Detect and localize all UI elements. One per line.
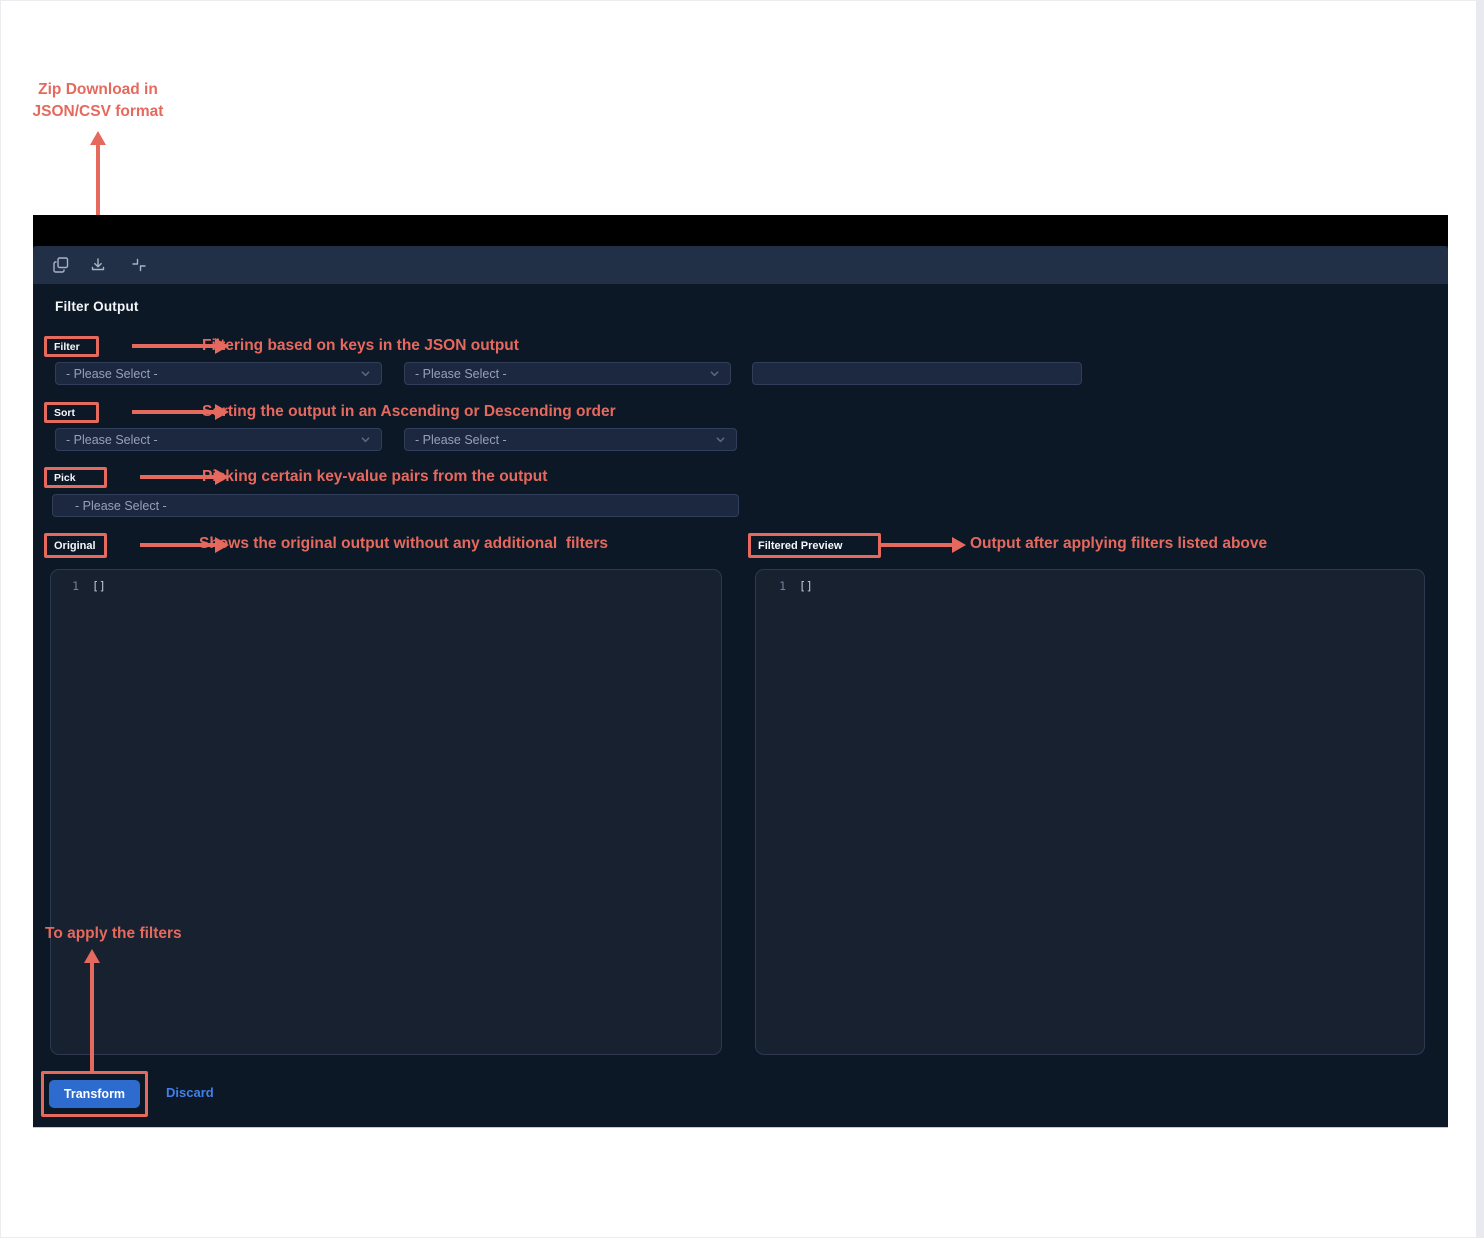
sort-label-box: Sort bbox=[44, 402, 99, 423]
original-code-content: [] bbox=[92, 579, 106, 593]
pick-note: Picking certain key-value pairs from the… bbox=[202, 468, 547, 486]
original-note: Shows the original output without any ad… bbox=[199, 535, 608, 553]
chevron-down-icon bbox=[715, 434, 726, 445]
filter-note: Filtering based on keys in the JSON outp… bbox=[202, 337, 519, 355]
copy-icon[interactable] bbox=[52, 256, 70, 274]
zip-download-note-line2: JSON/CSV format bbox=[18, 101, 178, 123]
original-code-editor[interactable]: 1 [] bbox=[50, 569, 722, 1055]
original-label: Original bbox=[54, 540, 96, 552]
arrow-line-filtered bbox=[881, 543, 953, 547]
line-number: 1 bbox=[51, 579, 79, 593]
zip-download-note: Zip Download in JSON/CSV format bbox=[18, 79, 178, 123]
filtered-code-line: 1 [] bbox=[756, 570, 1424, 593]
arrow-up-head-zip bbox=[90, 131, 106, 145]
filter-label: Filter bbox=[54, 341, 80, 353]
sort-order-select[interactable]: - Please Select - bbox=[404, 428, 737, 451]
filtered-preview-label-box: Filtered Preview bbox=[748, 533, 881, 558]
filtered-code-content: [] bbox=[799, 579, 813, 593]
pick-label-box: Pick bbox=[44, 467, 107, 488]
pick-select-value: - Please Select - bbox=[75, 499, 167, 513]
arrow-right-head-filtered bbox=[952, 537, 966, 553]
page-title: Filter Output bbox=[55, 299, 139, 314]
filtered-preview-label: Filtered Preview bbox=[758, 540, 842, 552]
filter-value-input[interactable] bbox=[752, 362, 1082, 385]
sort-label: Sort bbox=[54, 407, 75, 419]
page: Zip Download in JSON/CSV format Filter O… bbox=[0, 0, 1484, 1238]
window-top-bar bbox=[33, 215, 1448, 246]
collapse-icon[interactable] bbox=[130, 256, 148, 274]
line-number: 1 bbox=[756, 579, 786, 593]
arrow-line-apply bbox=[90, 962, 94, 1072]
chevron-down-icon bbox=[360, 368, 371, 379]
pick-label: Pick bbox=[54, 472, 76, 484]
filter-key-select[interactable]: - Please Select - bbox=[55, 362, 382, 385]
filter-label-box: Filter bbox=[44, 336, 99, 357]
toolbar bbox=[33, 246, 1448, 284]
download-icon[interactable] bbox=[89, 256, 107, 274]
original-code-line: 1 [] bbox=[51, 570, 721, 593]
original-label-box: Original bbox=[44, 533, 107, 558]
highlight-box-transform bbox=[41, 1071, 148, 1117]
filtered-note: Output after applying filters listed abo… bbox=[970, 535, 1267, 553]
zip-download-note-line1: Zip Download in bbox=[18, 79, 178, 101]
scrollbar[interactable] bbox=[1476, 0, 1484, 1238]
sort-note: Sorting the output in an Ascending or De… bbox=[202, 403, 616, 421]
sort-key-select[interactable]: - Please Select - bbox=[55, 428, 382, 451]
arrow-up-head-apply bbox=[84, 949, 100, 963]
apply-note: To apply the filters bbox=[45, 925, 182, 943]
filter-operator-select[interactable]: - Please Select - bbox=[404, 362, 731, 385]
discard-link[interactable]: Discard bbox=[166, 1085, 214, 1100]
chevron-down-icon bbox=[360, 434, 371, 445]
filtered-preview-code-editor[interactable]: 1 [] bbox=[755, 569, 1425, 1055]
filter-key-select-value: - Please Select - bbox=[66, 367, 158, 381]
sort-key-select-value: - Please Select - bbox=[66, 433, 158, 447]
filter-operator-select-value: - Please Select - bbox=[415, 367, 507, 381]
sort-order-select-value: - Please Select - bbox=[415, 433, 507, 447]
pick-select[interactable]: - Please Select - bbox=[52, 494, 739, 517]
chevron-down-icon bbox=[709, 368, 720, 379]
